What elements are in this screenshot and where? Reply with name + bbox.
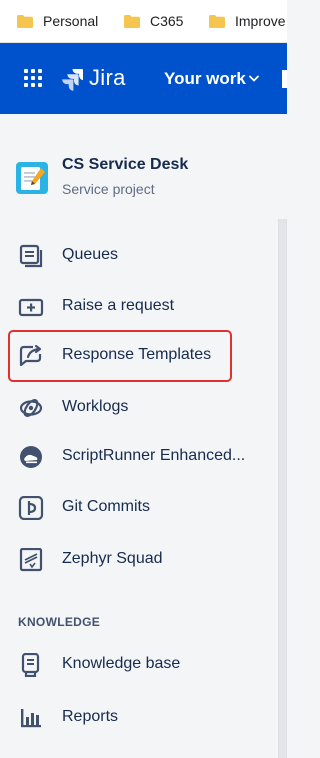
sidebar-item-reports[interactable]: Reports — [0, 698, 276, 738]
top-navigation: Jira Your work — [0, 43, 287, 114]
bookmark-label: Personal — [43, 13, 99, 29]
project-avatar-icon[interactable] — [16, 162, 48, 194]
raise-request-icon — [18, 298, 44, 317]
project-type: Service project — [62, 181, 155, 197]
your-work-menu[interactable]: Your work — [164, 69, 246, 89]
highlight-annotation — [8, 330, 232, 382]
sidebar-item-queues[interactable]: Queues — [0, 236, 276, 276]
sidebar-item-zephyr-squad[interactable]: Zephyr Squad — [0, 540, 276, 580]
sidebar-item-label: Git Commits — [62, 498, 150, 515]
scriptrunner-icon — [20, 446, 42, 468]
bookmark-label: C365 — [150, 13, 184, 29]
project-name[interactable]: CS Service Desk — [62, 156, 188, 174]
bookmarks-bar: Personal C365 Improve — [0, 0, 287, 43]
worklogs-icon — [19, 399, 43, 417]
sidebar-item-raise-request[interactable]: Raise a request — [0, 287, 276, 327]
bookmark-personal[interactable]: Personal — [17, 12, 98, 30]
bookmark-label: Improve — [235, 13, 286, 29]
sidebar-scrollbar[interactable] — [278, 219, 287, 758]
sidebar-item-label: Reports — [62, 708, 119, 725]
sidebar-item-label: Knowledge base — [62, 655, 181, 672]
sidebar-item-label: ScriptRunner Enhanced... — [62, 447, 246, 464]
project-sidebar: CS Service Desk Service project Queues R… — [0, 114, 287, 758]
knowledge-base-icon — [21, 653, 40, 677]
jira-logo-icon[interactable] — [61, 67, 85, 91]
sidebar-item-label: Zephyr Squad — [62, 550, 163, 567]
jira-logo-text[interactable]: Jira — [89, 65, 126, 91]
sidebar-item-label: Raise a request — [62, 297, 175, 314]
bookmark-improve[interactable]: Improve — [209, 12, 286, 30]
app-switcher-icon[interactable] — [24, 69, 44, 89]
folder-icon — [124, 14, 140, 28]
sidebar-item-label: Queues — [62, 246, 119, 263]
queues-icon — [19, 244, 43, 268]
sidebar-item-knowledge-base[interactable]: Knowledge base — [0, 645, 276, 685]
chevron-down-icon[interactable] — [249, 75, 259, 83]
truncated-nav-item[interactable] — [282, 70, 287, 88]
reports-icon — [21, 709, 41, 728]
sidebar-item-label: Worklogs — [62, 398, 129, 415]
zephyr-squad-icon — [19, 548, 43, 572]
sidebar-item-git-commits[interactable]: Git Commits — [0, 488, 276, 528]
git-commits-icon — [18, 496, 44, 520]
knowledge-section-heading: KNOWLEDGE — [18, 615, 101, 629]
sidebar-item-scriptrunner[interactable]: ScriptRunner Enhanced... — [0, 437, 276, 477]
folder-icon — [209, 14, 225, 28]
bookmark-c365[interactable]: C365 — [124, 12, 183, 30]
sidebar-item-worklogs[interactable]: Worklogs — [0, 388, 276, 428]
folder-icon — [17, 14, 33, 28]
